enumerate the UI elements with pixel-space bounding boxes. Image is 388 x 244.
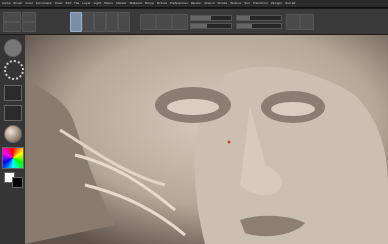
menu-item[interactable]: Tool (244, 2, 250, 5)
menu-item[interactable]: Render (191, 2, 202, 5)
menu-item[interactable]: Macro (104, 2, 113, 5)
menu-item[interactable]: Zscript (285, 2, 295, 5)
focal-shift-slider[interactable] (236, 15, 282, 21)
scale-button[interactable] (106, 12, 118, 32)
menu-item[interactable]: Stencil (204, 2, 214, 5)
menu-item[interactable]: Draw (55, 2, 63, 5)
top-shelf (0, 9, 388, 35)
sculpt-model (25, 35, 388, 244)
stroke-icon[interactable] (4, 60, 24, 80)
rgb-intensity-slider[interactable] (190, 15, 232, 21)
quick-sketch-button[interactable] (22, 12, 36, 22)
menu-item[interactable]: Edit (65, 2, 71, 5)
rotate-button[interactable] (118, 12, 130, 32)
canvas-viewport[interactable] (25, 35, 388, 244)
menu-item[interactable]: Document (36, 2, 52, 5)
menu-item[interactable]: Texture (230, 2, 241, 5)
move-button[interactable] (94, 12, 106, 32)
menu-item[interactable]: Preferences (170, 2, 188, 5)
menu-item[interactable]: Layer (82, 2, 90, 5)
m-button[interactable] (172, 14, 188, 30)
rgb-button[interactable] (156, 14, 172, 30)
alpha-icon[interactable] (4, 85, 22, 101)
zsub-button[interactable] (300, 14, 314, 30)
menu-item[interactable]: Material (130, 2, 142, 5)
texture-icon[interactable] (4, 105, 22, 121)
menu-item[interactable]: Brush (14, 2, 23, 5)
lightbox-button[interactable] (3, 22, 21, 32)
menu-item[interactable]: Alpha (2, 2, 11, 5)
material-icon[interactable] (4, 125, 22, 143)
menu-item[interactable]: File (74, 2, 79, 5)
menu-item[interactable]: Movie (145, 2, 154, 5)
edit-button[interactable] (70, 12, 82, 32)
menu-bar: Alpha Brush Color Document Draw Edit File Layer… (0, 0, 388, 8)
menu-item[interactable]: Color (25, 2, 33, 5)
menu-item[interactable]: Marker (116, 2, 126, 5)
menu-item[interactable]: Stroke (218, 2, 228, 5)
menu-item[interactable]: Picture (157, 2, 167, 5)
left-shelf (0, 35, 26, 244)
draw-size-slider[interactable] (236, 23, 282, 29)
draw-button[interactable] (82, 12, 94, 32)
projection-master-button[interactable] (3, 12, 21, 22)
menu-item[interactable]: Transform (253, 2, 268, 5)
mrgb-button[interactable] (140, 14, 156, 30)
color-picker[interactable] (2, 147, 24, 169)
brush-icon[interactable] (4, 39, 22, 57)
zadd-button[interactable] (286, 14, 300, 30)
z-intensity-slider[interactable] (190, 23, 232, 29)
menu-item[interactable]: Light (94, 2, 102, 5)
menu-item[interactable]: Zplugin (271, 2, 282, 5)
secondary-color-swatch[interactable] (12, 177, 23, 188)
spotlight-button[interactable] (22, 22, 36, 32)
